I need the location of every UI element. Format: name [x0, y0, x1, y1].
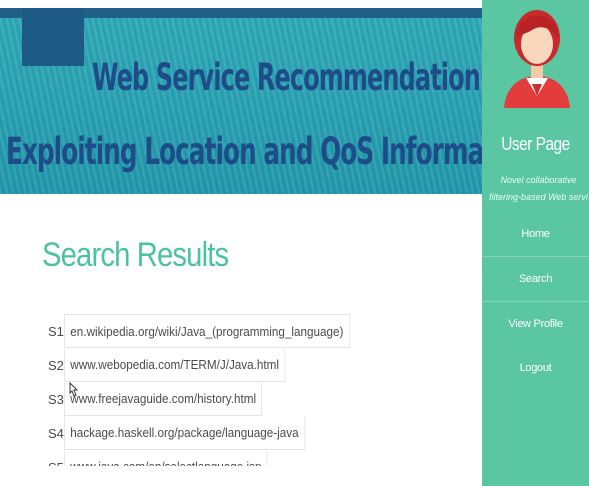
- nav-view-profile[interactable]: View Profile: [482, 302, 589, 346]
- result-link[interactable]: www.webopedia.com/TERM/J/Java.html: [64, 348, 286, 382]
- table-row: S2 www.webopedia.com/TERM/J/Java.html: [40, 348, 382, 382]
- page-title-line-1: Web Service Recommendation via: [92, 56, 482, 99]
- banner: Web Service Recommendation via Exploitin…: [0, 8, 482, 194]
- nav-home[interactable]: Home: [482, 212, 589, 257]
- user-avatar-icon: [504, 10, 570, 108]
- page-title-line-2: Exploiting Location and QoS Information: [6, 130, 482, 173]
- results-table: S1 en.wikipedia.org/wiki/Java_(programmi…: [40, 314, 382, 484]
- result-link[interactable]: www.freejavaguide.com/history.html: [64, 382, 263, 416]
- page-footer-space: [0, 466, 482, 486]
- user-page-description: Novel collaborative filtering-based Web …: [488, 172, 589, 206]
- table-row: S1 en.wikipedia.org/wiki/Java_(programmi…: [40, 314, 382, 348]
- main-content: Web Service Recommendation via Exploitin…: [0, 0, 482, 486]
- description-line-1: Novel collaborative: [500, 175, 577, 185]
- user-page-title: User Page: [501, 134, 570, 154]
- mouse-cursor-icon: [69, 382, 79, 397]
- nav-logout[interactable]: Logout: [482, 346, 589, 390]
- result-link[interactable]: hackage.haskell.org/package/language-jav…: [64, 416, 305, 450]
- search-results-heading: Search Results: [42, 236, 229, 274]
- nav-search[interactable]: Search: [482, 257, 589, 302]
- banner-decoration: [22, 8, 84, 66]
- table-row: S4 hackage.haskell.org/package/language-…: [40, 416, 382, 450]
- description-line-2: filtering-based Web servi: [489, 192, 588, 202]
- sidebar-nav: Home Search View Profile Logout: [482, 212, 589, 390]
- table-row: S3 www.freejavaguide.com/history.html: [40, 382, 382, 416]
- result-link[interactable]: en.wikipedia.org/wiki/Java_(programming_…: [64, 314, 350, 348]
- sidebar: User Page Novel collaborative filtering-…: [482, 0, 589, 486]
